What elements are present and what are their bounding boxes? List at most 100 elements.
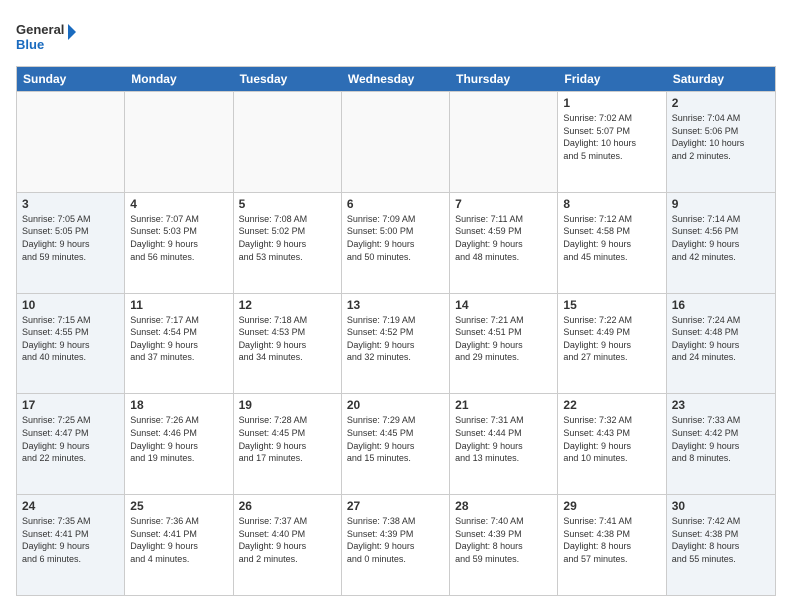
calendar-cell xyxy=(450,92,558,192)
day-number: 29 xyxy=(563,499,660,513)
day-info: Sunrise: 7:40 AM Sunset: 4:39 PM Dayligh… xyxy=(455,515,552,565)
day-info: Sunrise: 7:42 AM Sunset: 4:38 PM Dayligh… xyxy=(672,515,770,565)
calendar-cell: 7 Sunrise: 7:11 AM Sunset: 4:59 PM Daylig… xyxy=(450,193,558,293)
day-info: Sunrise: 7:07 AM Sunset: 5:03 PM Dayligh… xyxy=(130,213,227,263)
day-info: Sunrise: 7:14 AM Sunset: 4:56 PM Dayligh… xyxy=(672,213,770,263)
day-number: 23 xyxy=(672,398,770,412)
header-day: Saturday xyxy=(667,67,775,91)
day-number: 20 xyxy=(347,398,444,412)
day-info: Sunrise: 7:41 AM Sunset: 4:38 PM Dayligh… xyxy=(563,515,660,565)
day-info: Sunrise: 7:26 AM Sunset: 4:46 PM Dayligh… xyxy=(130,414,227,464)
calendar-cell: 2 Sunrise: 7:04 AM Sunset: 5:06 PM Daylig… xyxy=(667,92,775,192)
calendar-cell: 17 Sunrise: 7:25 AM Sunset: 4:47 PM Dayli… xyxy=(17,394,125,494)
calendar-header: SundayMondayTuesdayWednesdayThursdayFrid… xyxy=(17,67,775,91)
header-day: Thursday xyxy=(450,67,558,91)
svg-text:Blue: Blue xyxy=(16,37,44,52)
page-header: General Blue xyxy=(16,16,776,56)
day-info: Sunrise: 7:35 AM Sunset: 4:41 PM Dayligh… xyxy=(22,515,119,565)
day-number: 24 xyxy=(22,499,119,513)
day-number: 1 xyxy=(563,96,660,110)
day-info: Sunrise: 7:24 AM Sunset: 4:48 PM Dayligh… xyxy=(672,314,770,364)
day-number: 9 xyxy=(672,197,770,211)
header-day: Sunday xyxy=(17,67,125,91)
calendar-row: 3Sunrise: 7:05 AM Sunset: 5:05 PM Daylig… xyxy=(17,192,775,293)
day-info: Sunrise: 7:05 AM Sunset: 5:05 PM Dayligh… xyxy=(22,213,119,263)
calendar-cell: 25 Sunrise: 7:36 AM Sunset: 4:41 PM Dayli… xyxy=(125,495,233,595)
calendar-cell: 9 Sunrise: 7:14 AM Sunset: 4:56 PM Daylig… xyxy=(667,193,775,293)
calendar-cell: 16Sunrise: 7:24 AM Sunset: 4:48 PM Dayli… xyxy=(667,294,775,394)
logo: General Blue xyxy=(16,16,76,56)
day-number: 22 xyxy=(563,398,660,412)
calendar-cell: 10 Sunrise: 7:15 AM Sunset: 4:55 PM Dayli… xyxy=(17,294,125,394)
header-day: Friday xyxy=(558,67,666,91)
calendar-row: 1 Sunrise: 7:02 AM Sunset: 5:07 PM Daylig… xyxy=(17,91,775,192)
header-day: Monday xyxy=(125,67,233,91)
calendar-cell xyxy=(342,92,450,192)
day-info: Sunrise: 7:12 AM Sunset: 4:58 PM Dayligh… xyxy=(563,213,660,263)
day-number: 8 xyxy=(563,197,660,211)
calendar-cell: 30 Sunrise: 7:42 AM Sunset: 4:38 PM Dayli… xyxy=(667,495,775,595)
day-number: 25 xyxy=(130,499,227,513)
day-info: Sunrise: 7:02 AM Sunset: 5:07 PM Dayligh… xyxy=(563,112,660,162)
day-number: 30 xyxy=(672,499,770,513)
day-info: Sunrise: 7:38 AM Sunset: 4:39 PM Dayligh… xyxy=(347,515,444,565)
day-number: 26 xyxy=(239,499,336,513)
day-number: 18 xyxy=(130,398,227,412)
calendar-cell: 12Sunrise: 7:18 AM Sunset: 4:53 PM Dayli… xyxy=(234,294,342,394)
calendar-row: 10 Sunrise: 7:15 AM Sunset: 4:55 PM Dayli… xyxy=(17,293,775,394)
day-number: 7 xyxy=(455,197,552,211)
calendar-cell: 28Sunrise: 7:40 AM Sunset: 4:39 PM Dayli… xyxy=(450,495,558,595)
day-info: Sunrise: 7:29 AM Sunset: 4:45 PM Dayligh… xyxy=(347,414,444,464)
day-info: Sunrise: 7:15 AM Sunset: 4:55 PM Dayligh… xyxy=(22,314,119,364)
calendar-cell xyxy=(17,92,125,192)
calendar-cell: 29 Sunrise: 7:41 AM Sunset: 4:38 PM Dayli… xyxy=(558,495,666,595)
calendar-cell: 3Sunrise: 7:05 AM Sunset: 5:05 PM Daylig… xyxy=(17,193,125,293)
calendar-cell: 24 Sunrise: 7:35 AM Sunset: 4:41 PM Dayli… xyxy=(17,495,125,595)
calendar: SundayMondayTuesdayWednesdayThursdayFrid… xyxy=(16,66,776,596)
day-number: 6 xyxy=(347,197,444,211)
calendar-cell: 23Sunrise: 7:33 AM Sunset: 4:42 PM Dayli… xyxy=(667,394,775,494)
day-number: 21 xyxy=(455,398,552,412)
calendar-row: 24 Sunrise: 7:35 AM Sunset: 4:41 PM Dayli… xyxy=(17,494,775,595)
day-info: Sunrise: 7:25 AM Sunset: 4:47 PM Dayligh… xyxy=(22,414,119,464)
day-info: Sunrise: 7:19 AM Sunset: 4:52 PM Dayligh… xyxy=(347,314,444,364)
day-number: 19 xyxy=(239,398,336,412)
day-info: Sunrise: 7:08 AM Sunset: 5:02 PM Dayligh… xyxy=(239,213,336,263)
day-number: 27 xyxy=(347,499,444,513)
day-number: 15 xyxy=(563,298,660,312)
day-info: Sunrise: 7:32 AM Sunset: 4:43 PM Dayligh… xyxy=(563,414,660,464)
day-number: 13 xyxy=(347,298,444,312)
day-info: Sunrise: 7:22 AM Sunset: 4:49 PM Dayligh… xyxy=(563,314,660,364)
header-day: Wednesday xyxy=(342,67,450,91)
day-number: 11 xyxy=(130,298,227,312)
day-info: Sunrise: 7:09 AM Sunset: 5:00 PM Dayligh… xyxy=(347,213,444,263)
day-info: Sunrise: 7:36 AM Sunset: 4:41 PM Dayligh… xyxy=(130,515,227,565)
calendar-cell: 21Sunrise: 7:31 AM Sunset: 4:44 PM Dayli… xyxy=(450,394,558,494)
calendar-cell: 6 Sunrise: 7:09 AM Sunset: 5:00 PM Daylig… xyxy=(342,193,450,293)
calendar-cell: 4 Sunrise: 7:07 AM Sunset: 5:03 PM Daylig… xyxy=(125,193,233,293)
day-number: 5 xyxy=(239,197,336,211)
calendar-row: 17 Sunrise: 7:25 AM Sunset: 4:47 PM Dayli… xyxy=(17,393,775,494)
calendar-cell: 26 Sunrise: 7:37 AM Sunset: 4:40 PM Dayli… xyxy=(234,495,342,595)
calendar-cell: 19Sunrise: 7:28 AM Sunset: 4:45 PM Dayli… xyxy=(234,394,342,494)
day-info: Sunrise: 7:04 AM Sunset: 5:06 PM Dayligh… xyxy=(672,112,770,162)
day-info: Sunrise: 7:17 AM Sunset: 4:54 PM Dayligh… xyxy=(130,314,227,364)
day-number: 12 xyxy=(239,298,336,312)
calendar-cell: 22 Sunrise: 7:32 AM Sunset: 4:43 PM Dayli… xyxy=(558,394,666,494)
calendar-body: 1 Sunrise: 7:02 AM Sunset: 5:07 PM Daylig… xyxy=(17,91,775,595)
day-number: 17 xyxy=(22,398,119,412)
day-info: Sunrise: 7:37 AM Sunset: 4:40 PM Dayligh… xyxy=(239,515,336,565)
day-number: 14 xyxy=(455,298,552,312)
calendar-cell: 18 Sunrise: 7:26 AM Sunset: 4:46 PM Dayli… xyxy=(125,394,233,494)
calendar-cell: 27 Sunrise: 7:38 AM Sunset: 4:39 PM Dayli… xyxy=(342,495,450,595)
day-number: 4 xyxy=(130,197,227,211)
day-number: 2 xyxy=(672,96,770,110)
header-day: Tuesday xyxy=(234,67,342,91)
day-info: Sunrise: 7:11 AM Sunset: 4:59 PM Dayligh… xyxy=(455,213,552,263)
calendar-cell: 13 Sunrise: 7:19 AM Sunset: 4:52 PM Dayli… xyxy=(342,294,450,394)
calendar-cell: 14Sunrise: 7:21 AM Sunset: 4:51 PM Dayli… xyxy=(450,294,558,394)
calendar-cell: 1 Sunrise: 7:02 AM Sunset: 5:07 PM Daylig… xyxy=(558,92,666,192)
calendar-cell: 8 Sunrise: 7:12 AM Sunset: 4:58 PM Daylig… xyxy=(558,193,666,293)
calendar-cell: 20 Sunrise: 7:29 AM Sunset: 4:45 PM Dayli… xyxy=(342,394,450,494)
day-number: 10 xyxy=(22,298,119,312)
